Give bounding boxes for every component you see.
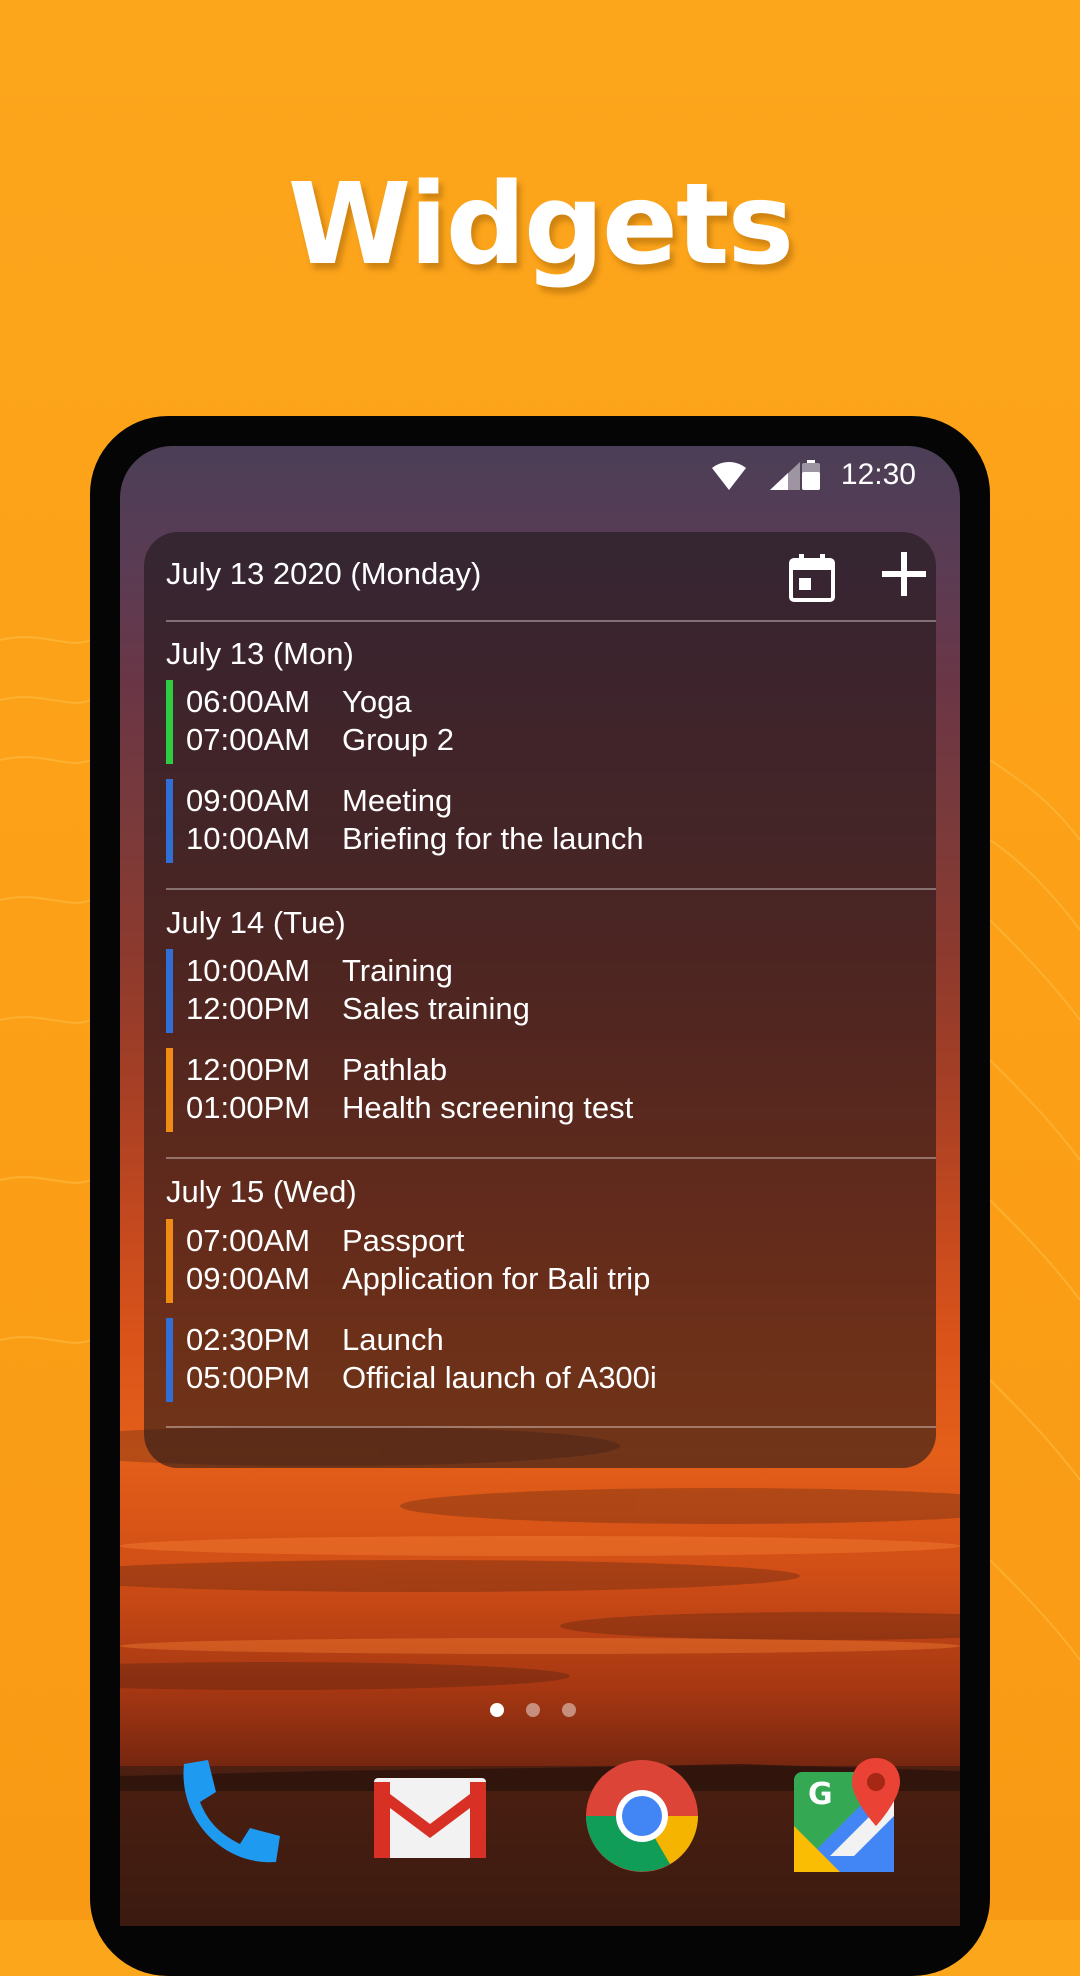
event-item[interactable]: 10:00AM Training 12:00PM Sales training [166,949,906,1033]
event-desc: Application for Bali trip [342,1261,651,1296]
event-title: Pathlab [342,1052,448,1087]
headline: Widgets [287,160,794,290]
phone-screen: 12:30 July 13 2020 (Monday) July 13 (Mon… [120,446,960,1926]
day-label: July 13 (Mon) [166,636,354,671]
event-desc: Sales training [342,991,530,1026]
widget-divider [166,1157,936,1159]
day-label: July 14 (Tue) [166,905,346,940]
cell-signal-icon [770,462,800,490]
widget-divider [166,1426,936,1428]
wifi-icon [712,462,746,490]
status-bar: 12:30 [120,446,960,502]
event-desc: Group 2 [342,722,455,757]
event-color-bar [166,1318,173,1402]
event-end: 07:00AM [186,722,311,757]
svg-text:G: G [808,1777,833,1812]
event-item[interactable]: 02:30PM Launch 05:00PM Official launch o… [166,1318,906,1402]
event-title: Passport [342,1223,465,1258]
event-color-bar [166,779,173,863]
event-color-bar [166,949,173,1033]
day-label: July 15 (Wed) [166,1174,357,1209]
event-start: 07:00AM [186,1223,311,1258]
widget-divider [166,620,936,622]
event-start: 09:00AM [186,783,311,818]
event-desc: Briefing for the launch [342,821,644,856]
calendar-icon[interactable] [788,552,836,602]
maps-icon[interactable]: G [790,1756,910,1876]
event-end: 10:00AM [186,821,311,856]
page-dot-active [490,1703,504,1717]
event-title: Meeting [342,783,453,818]
chrome-icon[interactable] [582,1756,702,1876]
event-color-bar [166,1219,173,1303]
event-start: 02:30PM [186,1322,311,1357]
event-end: 09:00AM [186,1261,311,1296]
widget-header-date: July 13 2020 (Monday) [166,556,482,591]
battery-icon [802,460,820,490]
event-end: 01:00PM [186,1090,311,1125]
status-time: 12:30 [840,458,916,491]
event-color-bar [166,680,173,764]
gmail-icon[interactable] [370,1756,490,1876]
agenda-widget[interactable]: July 13 2020 (Monday) July 13 (Mon) 06:0… [144,532,936,1468]
event-end: 05:00PM [186,1360,311,1395]
phone-icon[interactable] [164,1756,284,1876]
page-dot [526,1703,540,1717]
event-start: 12:00PM [186,1052,311,1087]
event-title: Training [342,953,453,988]
event-start: 10:00AM [186,953,311,988]
event-title: Launch [342,1322,444,1357]
event-start: 06:00AM [186,684,311,719]
page-dot [562,1703,576,1717]
widget-divider [166,888,936,890]
event-end: 12:00PM [186,991,311,1026]
event-item[interactable]: 07:00AM Passport 09:00AM Application for… [166,1219,906,1303]
event-title: Yoga [342,684,412,719]
event-item[interactable]: 09:00AM Meeting 10:00AM Briefing for the… [166,779,906,863]
event-desc: Health screening test [342,1090,634,1125]
plus-icon[interactable] [880,550,928,598]
event-item[interactable]: 06:00AM Yoga 07:00AM Group 2 [166,680,906,764]
event-desc: Official launch of A300i [342,1360,657,1395]
event-color-bar [166,1048,173,1132]
event-item[interactable]: 12:00PM Pathlab 01:00PM Health screening… [166,1048,906,1132]
